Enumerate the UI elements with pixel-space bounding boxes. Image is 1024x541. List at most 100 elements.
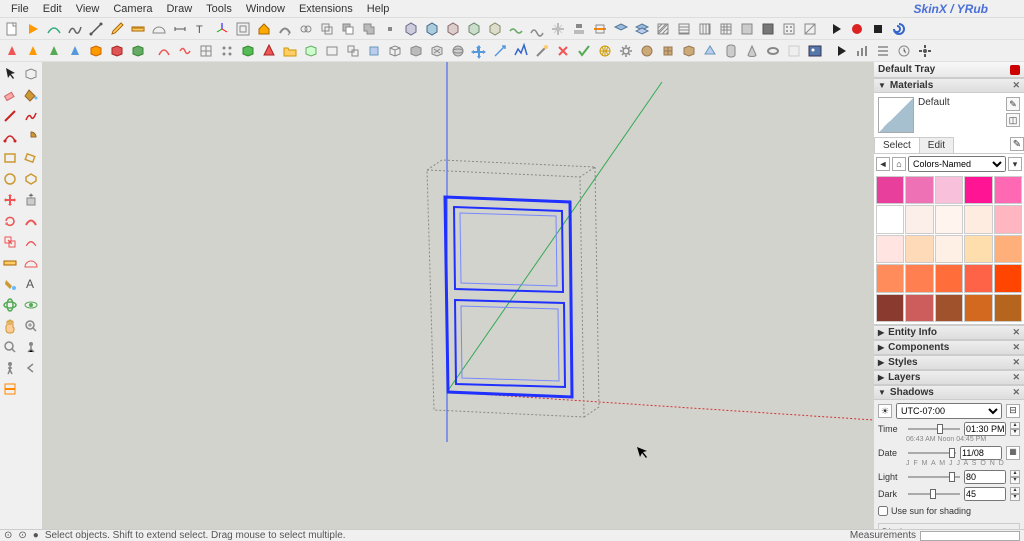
dark-up-icon[interactable]: ▴ (1010, 487, 1020, 494)
component-tool-icon[interactable] (21, 64, 41, 84)
menu-window[interactable]: Window (239, 1, 292, 17)
create-material-icon[interactable]: ◫ (1006, 113, 1020, 127)
timezone-select[interactable]: UTC-07:00 (896, 403, 1002, 419)
globe-brown-icon[interactable] (637, 41, 657, 61)
color-swatch[interactable] (905, 235, 933, 263)
cube-green-icon[interactable] (238, 41, 258, 61)
move-3d-icon[interactable] (469, 41, 489, 61)
color-swatch[interactable] (876, 205, 904, 233)
cone-green-icon[interactable] (44, 41, 64, 61)
dark-down-icon[interactable]: ▾ (1010, 494, 1020, 501)
measurements-field[interactable] (920, 531, 1020, 541)
chart-icon[interactable] (852, 41, 872, 61)
curve-2-icon[interactable] (175, 41, 195, 61)
section-plane-icon[interactable] (0, 379, 20, 399)
arc-draw-icon[interactable] (0, 127, 20, 147)
menu-view[interactable]: View (69, 1, 107, 17)
arc-tool-icon[interactable] (44, 19, 64, 39)
hatch-8-icon[interactable] (800, 19, 820, 39)
color-swatch[interactable] (964, 294, 992, 322)
circle-draw-icon[interactable] (0, 169, 20, 189)
paintbucket-icon[interactable] (21, 85, 41, 105)
status-icon-3[interactable]: ● (33, 530, 39, 541)
hatch-1-icon[interactable] (653, 19, 673, 39)
pushpull2-icon[interactable] (21, 190, 41, 210)
status-icon-1[interactable]: ⊙ (4, 530, 12, 541)
move-tool-icon[interactable] (0, 190, 20, 210)
box-4-icon[interactable] (364, 41, 384, 61)
grid-dots-icon[interactable] (217, 41, 237, 61)
menu-edit[interactable]: Edit (36, 1, 69, 17)
menu-extensions[interactable]: Extensions (292, 1, 360, 17)
time-up-icon[interactable]: ▴ (1010, 422, 1020, 429)
materials-edit-icon[interactable]: ✎ (1010, 137, 1024, 151)
play-icon[interactable] (23, 19, 43, 39)
light-up-icon[interactable]: ▴ (1010, 470, 1020, 477)
color-swatch[interactable] (935, 205, 963, 233)
sample-paint-icon[interactable]: ✎ (1006, 97, 1020, 111)
list-icon[interactable] (873, 41, 893, 61)
tray-title-bar[interactable]: Default Tray (874, 62, 1024, 78)
color-swatch[interactable] (964, 235, 992, 263)
color-swatch[interactable] (905, 264, 933, 292)
light-slider[interactable] (908, 473, 960, 481)
hatch-5-icon[interactable] (737, 19, 757, 39)
check-icon[interactable] (574, 41, 594, 61)
pack-icon[interactable] (658, 41, 678, 61)
follow-me-icon[interactable] (275, 19, 295, 39)
use-sun-checkbox[interactable] (878, 506, 888, 516)
color-swatch[interactable] (994, 264, 1022, 292)
folder-icon[interactable] (280, 41, 300, 61)
cube-solid-icon[interactable] (406, 41, 426, 61)
solid-4-icon[interactable] (464, 19, 484, 39)
pushpull-icon[interactable] (254, 19, 274, 39)
color-swatch[interactable] (994, 294, 1022, 322)
sphere-icon[interactable] (448, 41, 468, 61)
globe-icon[interactable] (595, 41, 615, 61)
freehand-icon[interactable] (21, 106, 41, 126)
hatch-3-icon[interactable] (695, 19, 715, 39)
layer-1-icon[interactable] (611, 19, 631, 39)
text-icon[interactable]: T (191, 19, 211, 39)
zoom-tool-icon[interactable] (0, 337, 20, 357)
color-swatch[interactable] (876, 176, 904, 204)
materials-edit-tab[interactable]: Edit (919, 137, 954, 153)
cube-wire-icon[interactable] (385, 41, 405, 61)
materials-home-icon[interactable]: ⌂ (892, 157, 906, 171)
date-field[interactable] (960, 446, 1002, 460)
close-icon[interactable]: ✕ (1012, 80, 1020, 91)
protractor2-icon[interactable] (21, 253, 41, 273)
stop-icon[interactable] (868, 19, 888, 39)
color-swatch[interactable] (905, 205, 933, 233)
intersect-icon[interactable] (317, 19, 337, 39)
dark-field[interactable] (964, 487, 1006, 501)
protractor-icon[interactable] (149, 19, 169, 39)
join-icon[interactable] (296, 19, 316, 39)
box-2-icon[interactable] (322, 41, 342, 61)
menu-tools[interactable]: Tools (199, 1, 239, 17)
shadows-toggle-icon[interactable]: ☀ (878, 404, 892, 418)
tape-tool-icon[interactable] (0, 253, 20, 273)
solid-2-icon[interactable] (422, 19, 442, 39)
position-camera-icon[interactable] (21, 337, 41, 357)
color-swatch[interactable] (964, 264, 992, 292)
solid-1-icon[interactable] (401, 19, 421, 39)
light-field[interactable] (964, 470, 1006, 484)
cone-orange-icon[interactable] (23, 41, 43, 61)
menu-help[interactable]: Help (360, 1, 397, 17)
text2-icon[interactable]: A (21, 274, 41, 294)
materials-library-select[interactable]: Colors-Named (908, 156, 1006, 172)
color-swatch[interactable] (876, 235, 904, 263)
cube-1-icon[interactable] (86, 41, 106, 61)
line-draw-icon[interactable] (0, 106, 20, 126)
materials-select-tab[interactable]: Select (874, 137, 920, 153)
color-swatch[interactable] (935, 294, 963, 322)
sandbox-2-icon[interactable] (527, 19, 547, 39)
material-preview-thumb[interactable] (878, 97, 914, 133)
image-icon[interactable] (805, 41, 825, 61)
union-icon[interactable] (359, 19, 379, 39)
calendar-icon[interactable]: ▦ (1006, 446, 1020, 460)
settings-icon[interactable] (915, 41, 935, 61)
cone-2-icon[interactable] (742, 41, 762, 61)
prev-view-icon[interactable] (21, 358, 41, 378)
